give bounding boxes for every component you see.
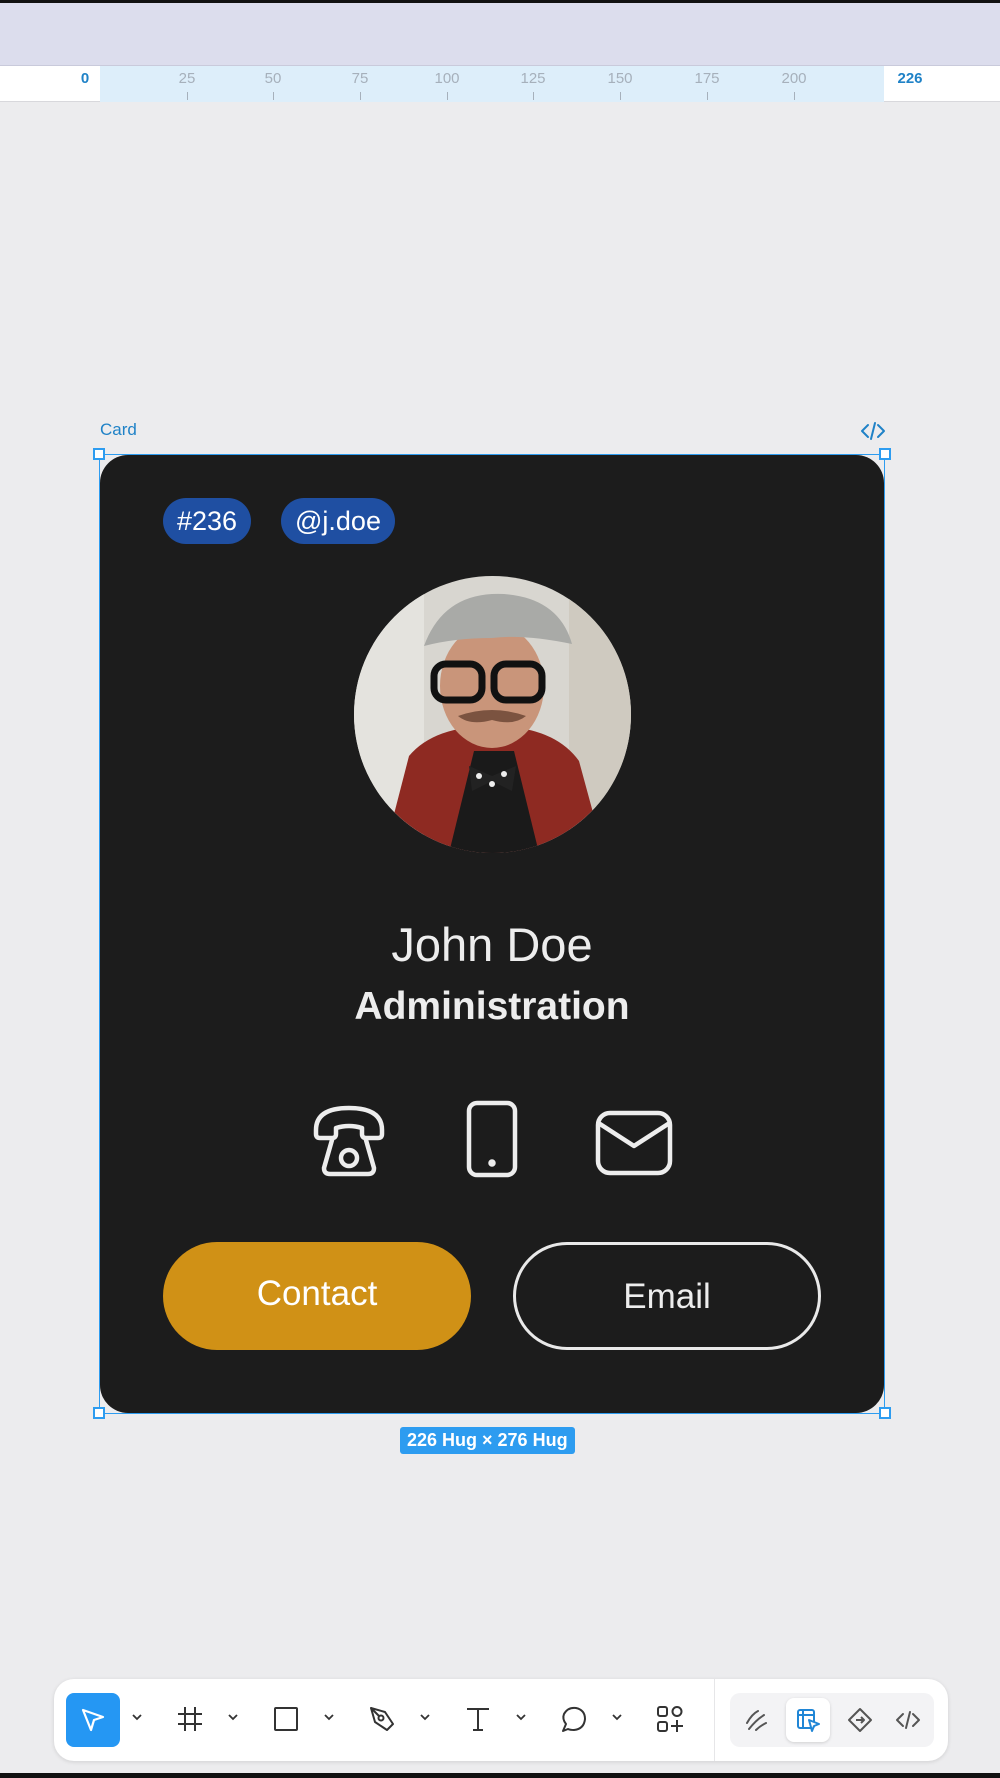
comment-icon[interactable] bbox=[552, 1697, 596, 1741]
chevron-down-icon[interactable] bbox=[610, 1710, 624, 1724]
avatar bbox=[354, 576, 631, 853]
ruler-tick: 150 bbox=[595, 70, 645, 100]
ruler-tick: 50 bbox=[248, 70, 298, 100]
resize-handle-top-left[interactable] bbox=[93, 448, 105, 460]
frame-name-label[interactable]: Card bbox=[100, 420, 137, 440]
resize-handle-bottom-right[interactable] bbox=[879, 1407, 891, 1419]
ruler-selection-range bbox=[100, 66, 884, 102]
resize-handle-bottom-left[interactable] bbox=[93, 1407, 105, 1419]
code-icon[interactable] bbox=[860, 420, 886, 447]
ruler-tick: 0 bbox=[80, 70, 90, 87]
person-photo bbox=[354, 576, 631, 853]
chevron-down-icon[interactable] bbox=[322, 1710, 336, 1724]
ruler-tick: 100 bbox=[422, 70, 472, 100]
horizontal-ruler: 0 25 50 75 100 125 150 175 200 226 bbox=[0, 66, 1000, 102]
resize-handle-top-right[interactable] bbox=[879, 448, 891, 460]
chevron-down-icon[interactable] bbox=[418, 1710, 432, 1724]
pointer-icon[interactable] bbox=[66, 1693, 120, 1747]
chevron-down-icon[interactable] bbox=[514, 1710, 528, 1724]
components-icon[interactable] bbox=[648, 1697, 692, 1741]
text-icon[interactable] bbox=[456, 1697, 500, 1741]
chevron-down-icon[interactable] bbox=[226, 1710, 240, 1724]
ruler-tick: 25 bbox=[162, 70, 212, 100]
ruler-tick: 125 bbox=[508, 70, 558, 100]
top-bar bbox=[0, 0, 1000, 66]
contact-button[interactable]: Contact bbox=[163, 1242, 471, 1350]
code-icon[interactable] bbox=[886, 1698, 930, 1742]
draw-icon[interactable] bbox=[734, 1698, 778, 1742]
telephone-icon[interactable] bbox=[310, 1100, 388, 1183]
pen-icon[interactable] bbox=[360, 1697, 404, 1741]
ruler-tick: 75 bbox=[335, 70, 385, 100]
bottom-toolbar bbox=[54, 1679, 948, 1761]
size-badge: 226 Hug × 276 Hug bbox=[400, 1427, 575, 1454]
rectangle-icon[interactable] bbox=[264, 1697, 308, 1741]
person-name: John Doe bbox=[391, 918, 593, 971]
bottom-edge bbox=[0, 1773, 1000, 1778]
ruler-tick: 200 bbox=[769, 70, 819, 100]
frame-icon[interactable] bbox=[168, 1697, 212, 1741]
envelope-icon[interactable] bbox=[595, 1110, 673, 1181]
handle-tag: @j.doe bbox=[281, 498, 395, 544]
mobile-phone-icon[interactable] bbox=[466, 1100, 518, 1183]
email-button[interactable]: Email bbox=[513, 1242, 821, 1350]
prototype-icon[interactable] bbox=[838, 1698, 882, 1742]
design-icon[interactable] bbox=[786, 1698, 830, 1742]
ruler-tick: 226 bbox=[897, 70, 923, 87]
chevron-down-icon[interactable] bbox=[130, 1710, 144, 1724]
toolbar-divider bbox=[714, 1679, 715, 1761]
mode-switcher bbox=[730, 1693, 934, 1747]
department-label: Administration bbox=[354, 985, 630, 1028]
id-tag: #236 bbox=[163, 498, 252, 544]
ruler-tick: 175 bbox=[682, 70, 732, 100]
